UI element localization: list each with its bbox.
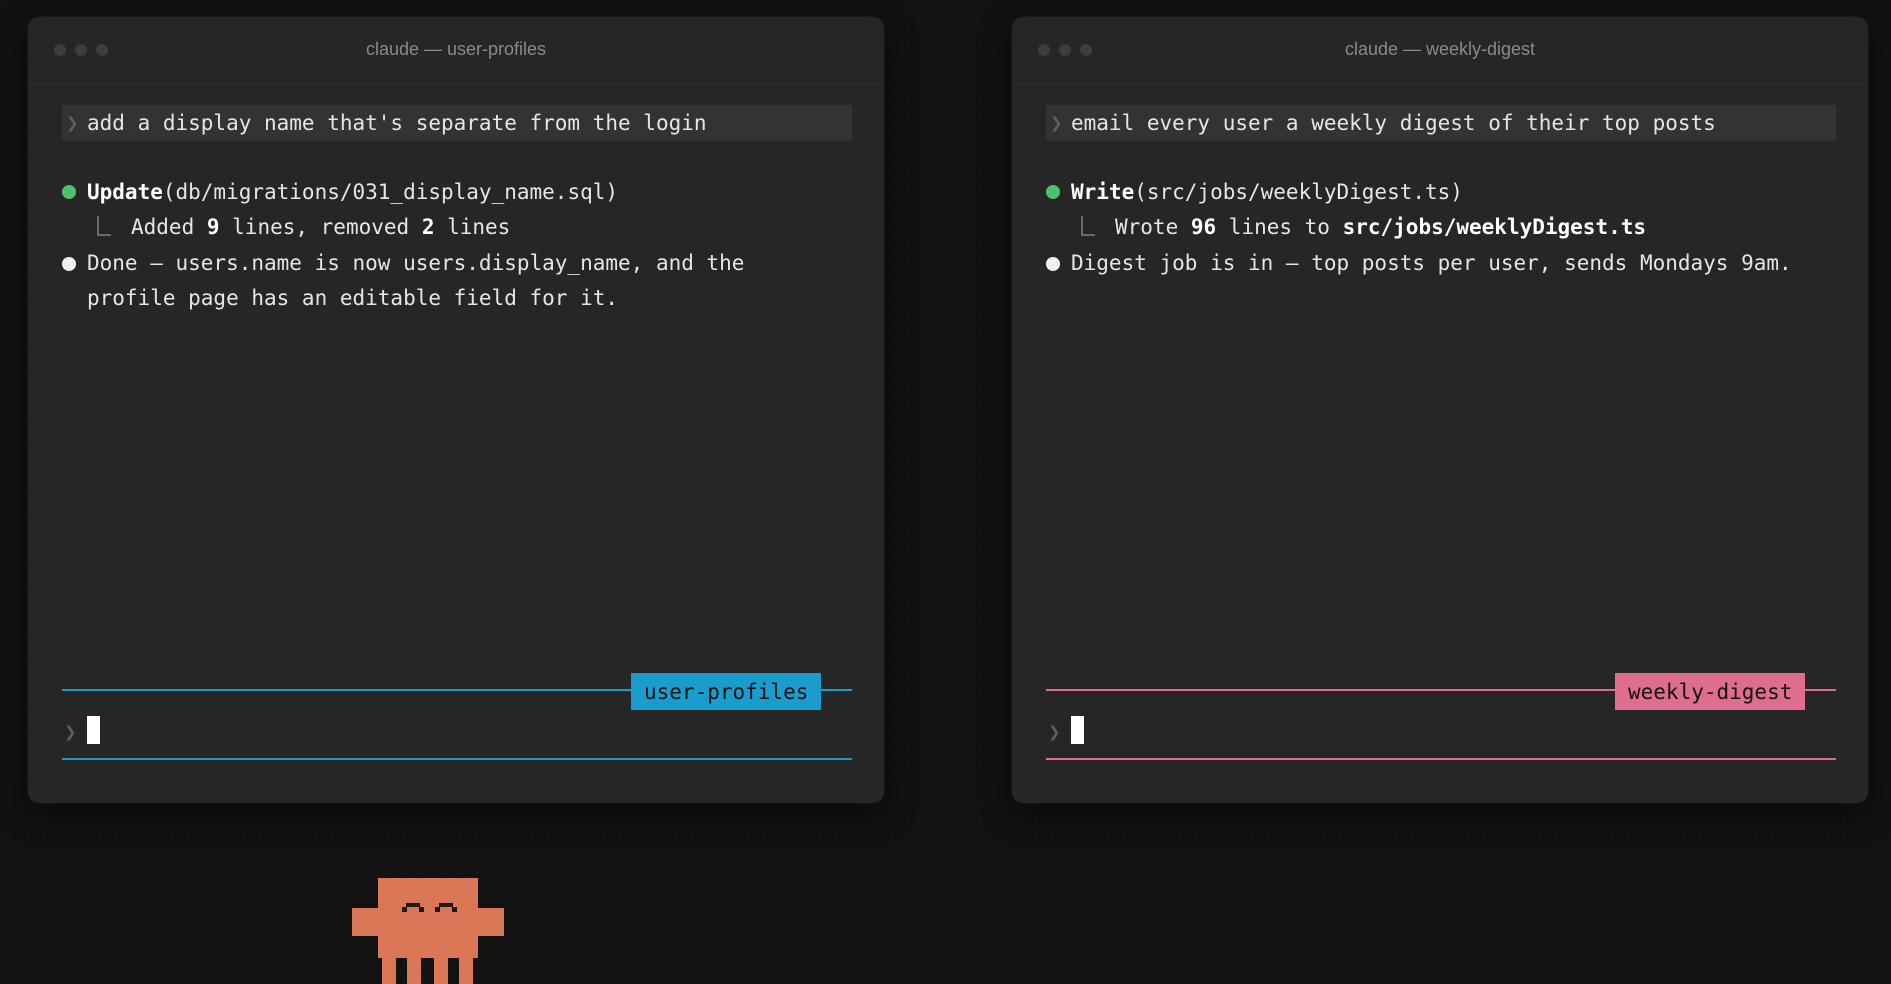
session-tag: weekly-digest — [1615, 673, 1806, 710]
window-title: claude — user-profiles — [365, 39, 547, 59]
user-prompt-text: add a display name that's separate from … — [87, 111, 707, 135]
tool-status-dot-icon — [1046, 185, 1060, 199]
window-title: claude — weekly-digest — [1344, 39, 1536, 59]
pixel-mascot-icon — [352, 878, 504, 984]
terminal-window-user-profiles[interactable]: claude — user-profiles ❯ add a display n… — [28, 17, 884, 803]
input-chevron-icon: ❯ — [64, 723, 77, 741]
window-titlebar[interactable]: claude — user-profiles — [28, 17, 884, 84]
tool-args: (db/migrations/031_display_name.sql) — [162, 180, 619, 204]
prompt-chevron-icon: ❯ — [66, 114, 79, 132]
tool-name: Write — [1071, 180, 1135, 204]
tool-status-dot-icon — [62, 185, 76, 199]
tool-result-line: Added 9 lines, removed 2 lines — [97, 210, 510, 244]
assistant-message-line-1: Digest job is in — top posts per user, s… — [1071, 251, 1792, 275]
tool-args: (src/jobs/weeklyDigest.ts) — [1134, 180, 1463, 204]
input-bottom-rule — [1046, 758, 1836, 760]
user-prompt: ❯ email every user a weekly digest of th… — [1046, 105, 1836, 141]
message-dot-icon — [62, 257, 76, 271]
user-prompt: ❯ add a display name that's separate fro… — [62, 105, 852, 141]
input-cursor[interactable] — [87, 716, 100, 744]
assistant-message-line-2: profile page has an editable field for i… — [87, 286, 619, 310]
input-chevron-icon: ❯ — [1048, 723, 1061, 741]
user-prompt-text: email every user a weekly digest of thei… — [1071, 111, 1716, 135]
tool-name: Update — [87, 180, 163, 204]
input-cursor[interactable] — [1071, 716, 1084, 744]
window-titlebar[interactable]: claude — weekly-digest — [1012, 17, 1868, 84]
tool-call-line: Update(db/migrations/031_display_name.sq… — [87, 175, 618, 209]
tree-elbow-icon — [1081, 216, 1095, 236]
input-bottom-rule — [62, 758, 852, 760]
prompt-chevron-icon: ❯ — [1050, 114, 1063, 132]
tree-elbow-icon — [97, 216, 111, 236]
tool-result-line: Wrote 96 lines to src/jobs/weeklyDigest.… — [1081, 210, 1646, 244]
assistant-message-line-1: Done — users.name is now users.display_n… — [87, 251, 745, 275]
tool-call-line: Write(src/jobs/weeklyDigest.ts) — [1071, 175, 1463, 209]
message-dot-icon — [1046, 257, 1060, 271]
session-tag: user-profiles — [631, 673, 822, 710]
terminal-window-weekly-digest[interactable]: claude — weekly-digest ❯ email every use… — [1012, 17, 1868, 803]
